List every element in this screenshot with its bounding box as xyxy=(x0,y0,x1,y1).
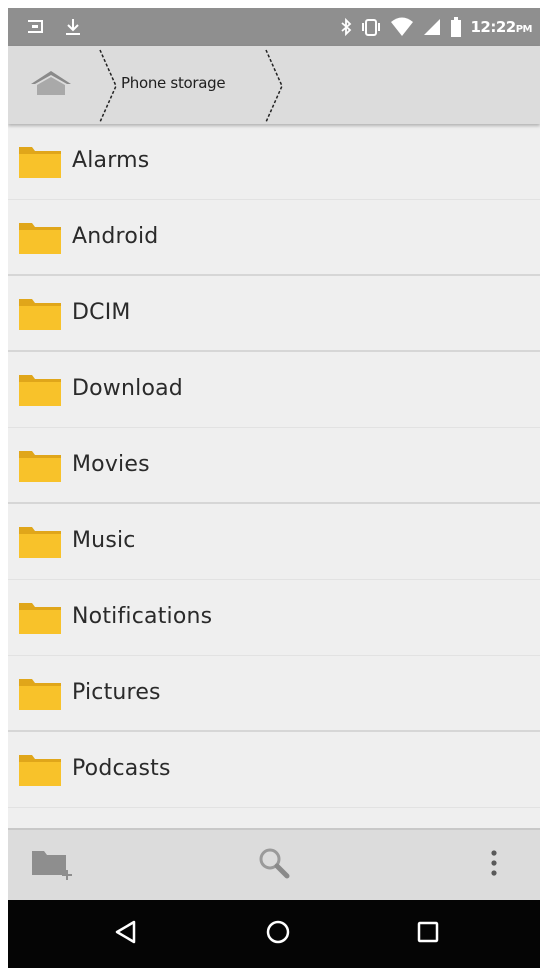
folder-list: Alarms Android DCIM Download Movies Musi… xyxy=(8,124,540,828)
phone-screen: 12:22PM Phone storage Alarms Android DCI… xyxy=(8,8,540,968)
folder-icon xyxy=(18,143,62,179)
new-folder-button[interactable] xyxy=(22,830,82,900)
status-right: 12:22PM xyxy=(340,16,533,38)
bottom-toolbar xyxy=(8,828,540,900)
folder-row-music[interactable]: Music xyxy=(8,504,540,580)
folder-row-pictures[interactable]: Pictures xyxy=(8,656,540,732)
nav-recents-button[interactable] xyxy=(406,914,450,954)
navigation-bar xyxy=(8,900,540,968)
folder-row-alarms[interactable]: Alarms xyxy=(8,124,540,200)
breadcrumb-item-phone-storage[interactable]: Phone storage xyxy=(96,46,286,124)
folder-name: Android xyxy=(72,224,159,249)
folder-icon xyxy=(18,295,62,331)
search-icon xyxy=(256,845,292,885)
breadcrumb-home-button[interactable] xyxy=(26,68,76,102)
breadcrumb: Phone storage xyxy=(8,46,540,124)
folder-name: Alarms xyxy=(72,148,150,173)
folder-icon xyxy=(18,599,62,635)
breadcrumb-label: Phone storage xyxy=(121,74,226,92)
download-icon xyxy=(64,17,82,37)
folder-row-movies[interactable]: Movies xyxy=(8,428,540,504)
folder-name: Download xyxy=(72,376,183,401)
status-bar: 12:22PM xyxy=(8,8,540,46)
folder-name: Pictures xyxy=(72,680,161,705)
vibrate-icon xyxy=(360,16,382,38)
notification-sim-icon xyxy=(26,18,46,36)
new-folder-icon xyxy=(28,843,76,887)
bluetooth-icon xyxy=(340,17,352,37)
folder-name: Podcasts xyxy=(72,756,171,781)
folder-row-podcasts[interactable]: Podcasts xyxy=(8,732,540,808)
folder-name: Notifications xyxy=(72,604,213,629)
folder-icon xyxy=(18,675,62,711)
folder-name: DCIM xyxy=(72,300,131,325)
nav-home-button[interactable] xyxy=(256,914,300,954)
folder-icon xyxy=(18,447,62,483)
folder-icon xyxy=(18,523,62,559)
wifi-icon xyxy=(390,17,414,37)
folder-row-notifications[interactable]: Notifications xyxy=(8,580,540,656)
folder-row-partial[interactable] xyxy=(8,808,540,828)
folder-row-android[interactable]: Android xyxy=(8,200,540,276)
folder-row-dcim[interactable]: DCIM xyxy=(8,276,540,352)
folder-icon xyxy=(18,371,62,407)
more-vert-icon xyxy=(490,849,498,881)
nav-home-icon xyxy=(264,918,292,950)
home-icon xyxy=(28,67,74,103)
back-icon xyxy=(112,918,140,950)
folder-row-download[interactable]: Download xyxy=(8,352,540,428)
folder-icon xyxy=(18,751,62,787)
search-button[interactable] xyxy=(244,830,304,900)
status-left xyxy=(26,17,82,37)
folder-icon xyxy=(18,219,62,255)
folder-name: Movies xyxy=(72,452,150,477)
signal-icon xyxy=(422,17,442,37)
recents-icon xyxy=(414,918,442,950)
more-options-button[interactable] xyxy=(474,830,514,900)
nav-back-button[interactable] xyxy=(104,914,148,954)
folder-name: Music xyxy=(72,528,136,553)
battery-icon xyxy=(450,16,462,38)
status-time: 12:22PM xyxy=(470,18,532,36)
